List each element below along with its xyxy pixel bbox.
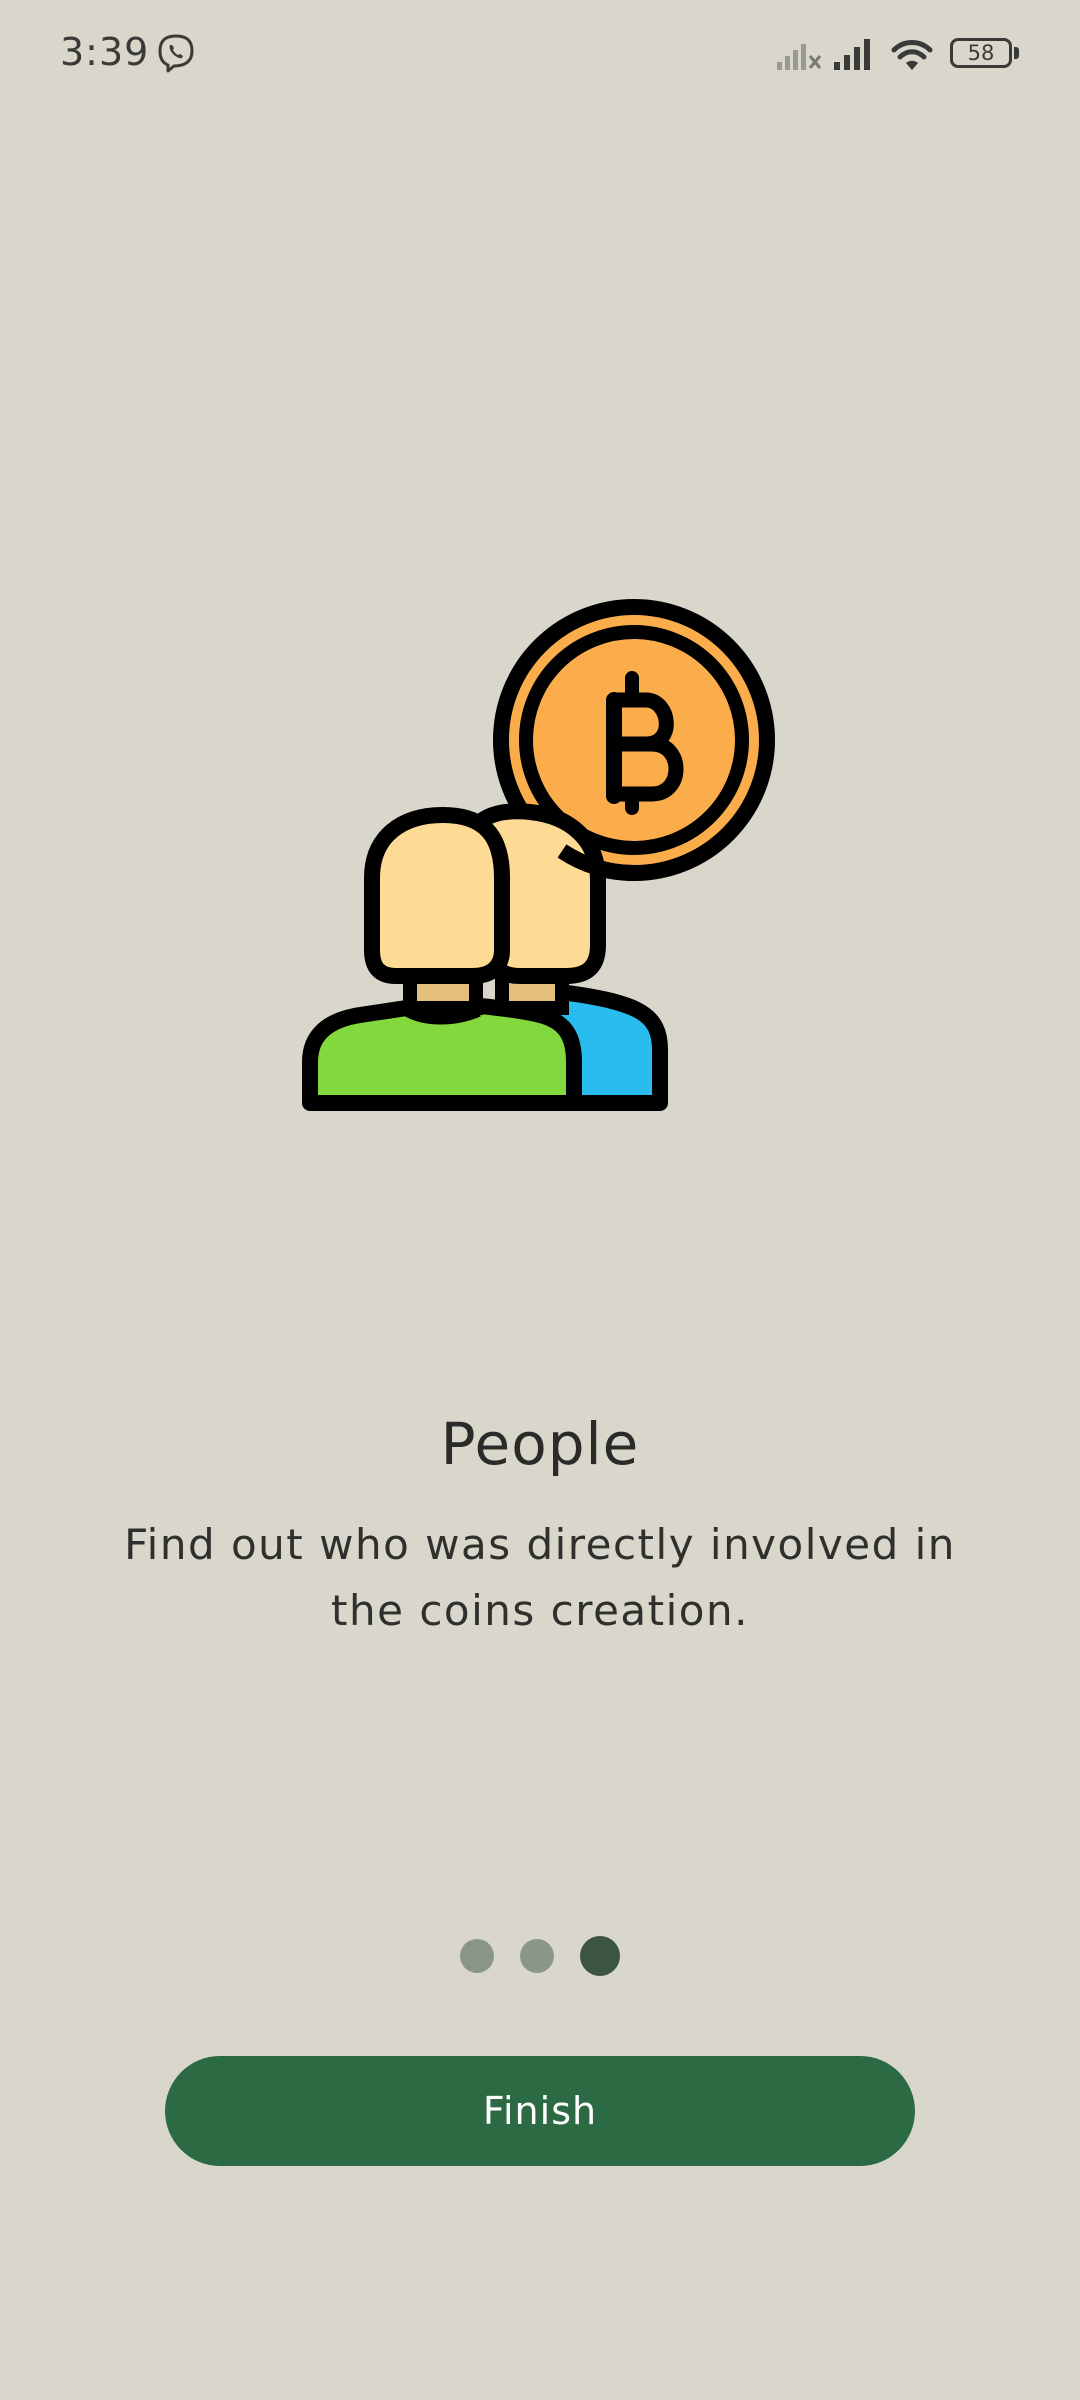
wifi-icon (891, 40, 933, 70)
page-dot-3-active[interactable] (580, 1936, 620, 1976)
status-bar: 3:39 58 (0, 0, 1080, 110)
onboarding-screen: 3:39 58 People Find out who was directly… (0, 0, 1080, 2400)
page-dot-2[interactable] (520, 1939, 554, 1973)
people-bitcoin-icon (302, 599, 775, 1111)
onboarding-title: People (440, 1410, 640, 1478)
signal-icon (834, 39, 870, 70)
status-time: 3:39 (60, 30, 150, 74)
page-dot-1[interactable] (460, 1939, 494, 1973)
battery-icon: 58 (950, 38, 1020, 70)
signal-no-service-icon (777, 44, 822, 70)
battery-level: 58 (950, 38, 1012, 68)
viber-icon (158, 34, 194, 73)
onboarding-description: Find out who was directly involved in th… (124, 1520, 956, 1635)
finish-button[interactable]: Finish (165, 2056, 915, 2166)
page-indicator (0, 1935, 1080, 1977)
